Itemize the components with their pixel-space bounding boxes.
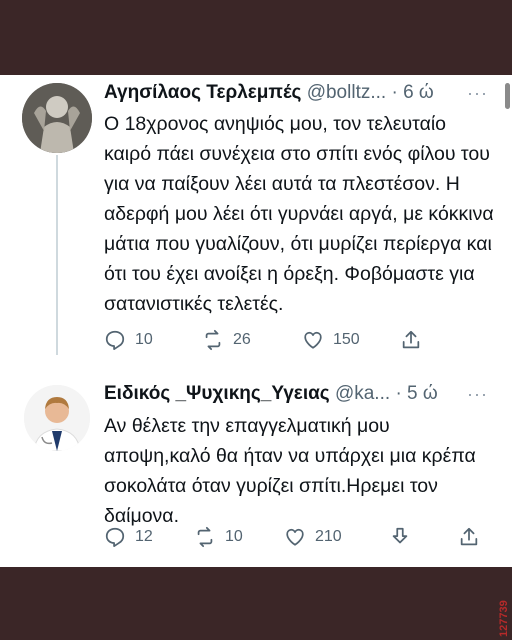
like-button[interactable]: 150	[302, 329, 360, 351]
tweet-text: Ο 18χρονος ανηψιός μου, τον τελευταίο κα…	[104, 113, 494, 315]
like-icon	[286, 528, 304, 546]
share-button[interactable]	[400, 329, 422, 351]
avatar[interactable]	[22, 83, 92, 153]
share-icon	[402, 330, 420, 349]
more-options-icon[interactable]: ···	[467, 83, 488, 104]
tweet-actions: 10 26 150	[104, 329, 484, 353]
download-icon	[392, 527, 408, 544]
retweet-button[interactable]: 10	[194, 526, 243, 548]
share-icon	[460, 527, 478, 546]
scrollbar[interactable]	[505, 83, 510, 109]
more-options-icon[interactable]: ···	[467, 384, 488, 405]
like-count: 210	[315, 528, 342, 545]
retweet-icon	[197, 526, 213, 548]
retweet-button[interactable]: 26	[202, 329, 251, 351]
reply-button[interactable]: 12	[104, 526, 153, 548]
tweet-header: Αγησίλαος Τερλεμπές @bolltz... · 6 ώ	[104, 82, 434, 104]
timestamp[interactable]: · 5 ώ	[395, 383, 437, 404]
like-icon	[304, 331, 322, 349]
like-count: 150	[333, 331, 360, 348]
user-handle[interactable]: @ka...	[335, 383, 390, 404]
like-button[interactable]: 210	[284, 526, 342, 548]
retweet-count: 26	[233, 331, 251, 348]
tweet-text: Αν θέλετε την επαγγελματική μου αποψη,κα…	[104, 415, 476, 527]
thread-line	[56, 155, 58, 355]
timestamp[interactable]: · 6 ώ	[391, 82, 433, 103]
tweet-header: Ειδικός _Ψυχικης_Υγειας @ka... · 5 ώ	[104, 383, 438, 405]
display-name[interactable]: Ειδικός _Ψυχικης_Υγειας	[104, 383, 330, 404]
reply-count: 10	[135, 331, 153, 348]
user-handle[interactable]: @bolltz...	[307, 82, 386, 103]
reply-button[interactable]: 10	[104, 329, 153, 351]
share-button[interactable]	[458, 526, 480, 548]
avatar[interactable]	[24, 385, 90, 451]
tweet-actions: 12 10 210	[104, 526, 484, 550]
retweet-count: 10	[225, 528, 243, 545]
reply-count: 12	[135, 528, 153, 545]
retweet-icon	[205, 329, 221, 351]
tweet-card: Αγησίλαος Τερλεμπές @bolltz... · 6 ώ ···…	[0, 75, 512, 567]
reply-icon	[105, 527, 125, 548]
display-name[interactable]: Αγησίλαος Τερλεμπές	[104, 82, 301, 103]
reply-icon	[105, 330, 125, 351]
download-button[interactable]	[389, 526, 411, 548]
watermark: 127739	[498, 600, 510, 637]
